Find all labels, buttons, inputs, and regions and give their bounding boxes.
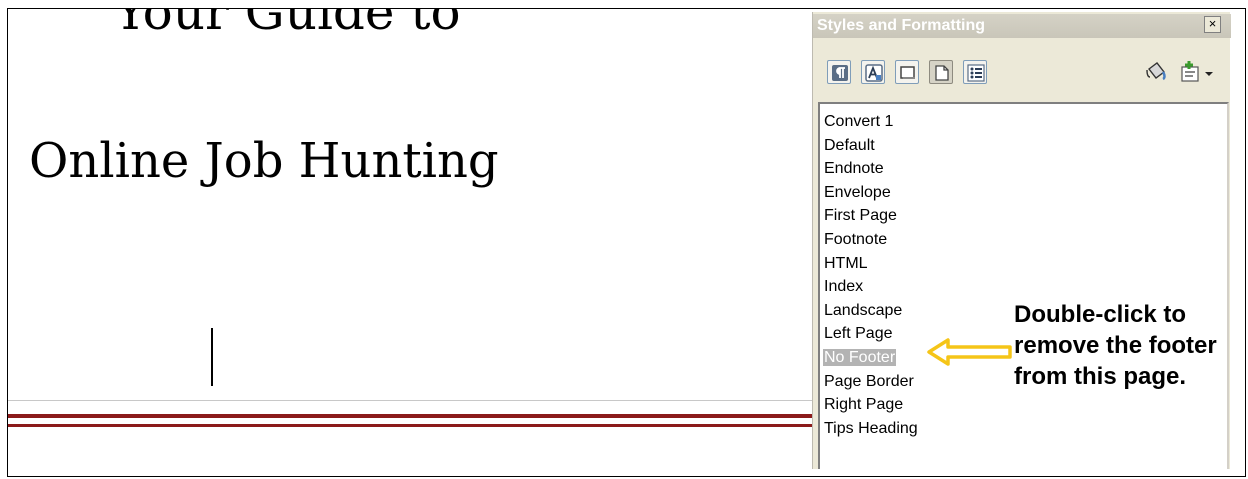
document-page[interactable]: Your Guide to Online Job Hunting (8, 8, 828, 476)
text-cursor (211, 328, 213, 386)
close-button[interactable]: × (1204, 16, 1221, 33)
style-item-html[interactable]: HTML (823, 252, 1227, 276)
paragraph-icon (832, 65, 848, 81)
close-icon: × (1208, 16, 1217, 31)
styles-list[interactable]: Convert 1 Default Endnote Envelope First… (818, 102, 1229, 469)
frame-icon (900, 66, 915, 79)
fill-format-mode-button[interactable] (1143, 60, 1171, 86)
style-item-default[interactable]: Default (823, 134, 1227, 158)
style-item-right-page[interactable]: Right Page (823, 393, 1227, 417)
list-styles-button[interactable] (963, 60, 987, 84)
annotation-arrow-icon (927, 338, 1012, 366)
page-styles-button[interactable] (929, 60, 953, 84)
footer-rule-thin (8, 424, 828, 427)
panel-title: Styles and Formatting (817, 17, 986, 34)
page-icon (935, 65, 949, 81)
paint-bucket-icon (1146, 62, 1166, 81)
styles-formatting-panel: Styles and Formatting × Convert 1 Defaul… (812, 12, 1231, 469)
panel-titlebar[interactable]: Styles and Formatting × (813, 14, 1231, 38)
style-item-endnote[interactable]: Endnote (823, 157, 1227, 181)
new-style-icon (1181, 61, 1213, 82)
style-item-first-page[interactable]: First Page (823, 204, 1227, 228)
style-category-toolbar (827, 60, 1227, 90)
style-item-index[interactable]: Index (823, 275, 1227, 299)
character-styles-button[interactable] (861, 60, 885, 84)
character-icon (865, 64, 883, 82)
paragraph-styles-button[interactable] (827, 60, 851, 84)
document-heading-top: Your Guide to (114, 8, 461, 41)
style-item-footnote[interactable]: Footnote (823, 228, 1227, 252)
page-separator (8, 400, 828, 401)
annotation-callout: Double-click to remove the footer from t… (1014, 301, 1217, 390)
style-item-tips-heading[interactable]: Tips Heading (823, 417, 1227, 441)
footer-rule-thick (8, 414, 828, 418)
style-item-envelope[interactable]: Envelope (823, 181, 1227, 205)
new-style-from-selection-button[interactable] (1179, 60, 1213, 86)
style-item-convert-1[interactable]: Convert 1 (823, 110, 1227, 134)
frame-styles-button[interactable] (895, 60, 919, 84)
document-heading-main: Online Job Hunting (29, 133, 499, 189)
list-icon (967, 64, 985, 82)
